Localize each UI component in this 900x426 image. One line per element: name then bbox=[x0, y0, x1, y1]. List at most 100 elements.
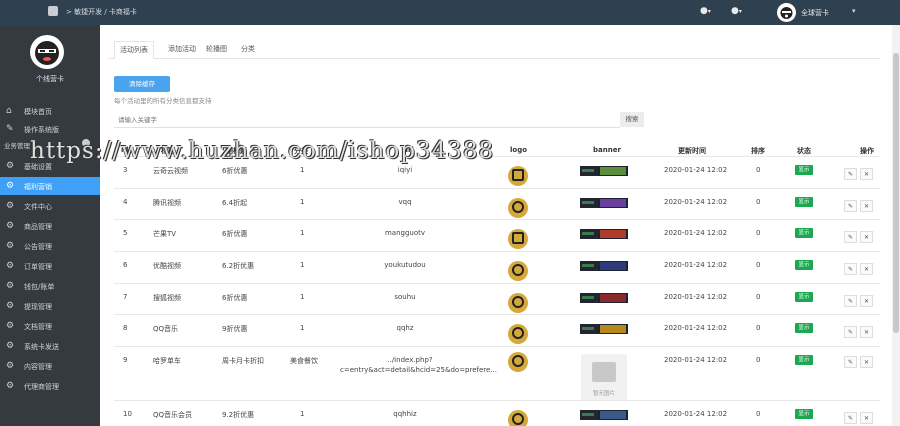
cell-subtitle: 6折优惠 bbox=[222, 167, 248, 175]
scroll-thumb[interactable] bbox=[893, 53, 899, 333]
sidebar-item[interactable]: ⌂ 模块首页 bbox=[0, 102, 100, 120]
search-input[interactable] bbox=[114, 112, 620, 128]
bell-icon[interactable]: ●▾ bbox=[700, 6, 711, 16]
edit-button[interactable]: ✎ bbox=[844, 326, 857, 338]
cell-id: 9 bbox=[123, 356, 128, 364]
status-button[interactable]: 显示 bbox=[795, 292, 813, 302]
no-image-caption: 暂无图片 bbox=[592, 391, 615, 397]
sidebar-item[interactable]: ⚙ 内容管理 bbox=[0, 357, 100, 375]
delete-button[interactable]: ✕ bbox=[860, 356, 873, 368]
cell-sort: 0 bbox=[756, 166, 761, 174]
delete-button[interactable]: ✕ bbox=[860, 326, 873, 338]
cell-category: 1 bbox=[300, 198, 305, 206]
banner-image bbox=[580, 198, 628, 208]
status-button[interactable]: 显示 bbox=[795, 323, 813, 333]
avatar[interactable] bbox=[777, 3, 796, 22]
username[interactable]: 全球营卡 bbox=[801, 8, 829, 18]
edit-button[interactable]: ✎ bbox=[844, 168, 857, 180]
cell-id: 8 bbox=[123, 324, 128, 332]
gear-icon: ⚙ bbox=[6, 381, 15, 391]
edit-button[interactable]: ✎ bbox=[844, 263, 857, 275]
cell-time: 2020-01-24 12:02 bbox=[664, 198, 728, 206]
watermark-text: https://www.huzhan.com/ishop34388 bbox=[30, 138, 495, 164]
delete-button[interactable]: ✕ bbox=[860, 168, 873, 180]
cell-category: 1 bbox=[300, 293, 305, 301]
status-button[interactable]: 显示 bbox=[795, 228, 813, 238]
home-icon[interactable] bbox=[48, 6, 58, 16]
sidebar-item-label: 模块首页 bbox=[24, 108, 52, 116]
logo-glyph bbox=[512, 296, 524, 308]
user-icon[interactable]: ●▾ bbox=[731, 6, 742, 16]
banner-segment bbox=[600, 199, 626, 207]
status-button[interactable]: 显示 bbox=[795, 409, 813, 419]
scrollbar[interactable] bbox=[892, 25, 900, 426]
bike-logo bbox=[508, 352, 528, 372]
edit-button[interactable]: ✎ bbox=[844, 412, 857, 424]
gear-icon: ⚙ bbox=[6, 341, 15, 351]
edit-button[interactable]: ✎ bbox=[844, 356, 857, 368]
no-image-placeholder: 暂无图片 bbox=[581, 354, 627, 400]
gear-icon: ⚙ bbox=[6, 221, 15, 231]
cell-category: 美食餐饮 bbox=[290, 357, 318, 365]
edit-button[interactable]: ✎ bbox=[844, 231, 857, 243]
clear-cache-button[interactable]: 清除缓存 bbox=[114, 76, 170, 92]
col-header-sort: 排序 bbox=[751, 147, 765, 155]
col-header-banner: banner bbox=[593, 146, 621, 154]
gear-icon: ⚙ bbox=[6, 321, 15, 331]
banner-segment bbox=[600, 230, 626, 238]
logo-glyph bbox=[512, 327, 524, 339]
gear-icon: ⚙ bbox=[6, 361, 15, 371]
delete-button[interactable]: ✕ bbox=[860, 295, 873, 307]
sidebar-item[interactable]: ⚙ 商品管理 bbox=[0, 217, 100, 235]
sidebar-item[interactable]: ⚙ 钱包/账单 bbox=[0, 277, 100, 295]
cell-url: qqhz bbox=[396, 324, 414, 332]
home-icon: ⌂ bbox=[6, 106, 12, 116]
sidebar-item[interactable]: ⚙ 订单管理 bbox=[0, 257, 100, 275]
cell-sort: 0 bbox=[756, 293, 761, 301]
cell-id: 7 bbox=[123, 293, 128, 301]
col-header-time: 更新时间 bbox=[678, 147, 706, 155]
banner-segment bbox=[600, 262, 626, 270]
cell-subtitle: 9折优惠 bbox=[222, 325, 248, 333]
cell-category: 1 bbox=[300, 410, 305, 418]
tab-category[interactable]: 分类 bbox=[236, 44, 260, 59]
cell-title: 优酷视频 bbox=[153, 262, 181, 270]
banner-segment bbox=[582, 327, 594, 330]
sidebar-item[interactable]: ⚙ 福利营销 bbox=[0, 177, 100, 195]
edit-button[interactable]: ✎ bbox=[844, 295, 857, 307]
gear-icon: ⚙ bbox=[6, 181, 15, 191]
banner-image bbox=[580, 229, 628, 239]
sidebar-item-label: 文件中心 bbox=[24, 203, 52, 211]
sidebar-item[interactable]: ⚙ 提现管理 bbox=[0, 297, 100, 315]
delete-button[interactable]: ✕ bbox=[860, 412, 873, 424]
delete-button[interactable]: ✕ bbox=[860, 263, 873, 275]
sidebar-item[interactable]: ⚙ 文档管理 bbox=[0, 317, 100, 335]
cell-sort: 0 bbox=[756, 198, 761, 206]
tab-add-activity[interactable]: 添加活动 bbox=[163, 44, 201, 59]
delete-button[interactable]: ✕ bbox=[860, 200, 873, 212]
logo-glyph bbox=[512, 355, 524, 367]
sidebar-item[interactable]: ✎ 操作系统版 bbox=[0, 120, 100, 138]
status-button[interactable]: 显示 bbox=[795, 197, 813, 207]
tab-activity-list[interactable]: 活动列表 bbox=[114, 41, 154, 59]
delete-button[interactable]: ✕ bbox=[860, 231, 873, 243]
chevron-down-icon[interactable]: ▾ bbox=[852, 7, 856, 15]
tab-carousel[interactable]: 轮播图 bbox=[201, 44, 232, 59]
status-button[interactable]: 显示 bbox=[795, 165, 813, 175]
cell-title: 芒果TV bbox=[153, 230, 177, 238]
cell-url: souhu bbox=[394, 293, 416, 301]
sidebar-item-label: 提现管理 bbox=[24, 303, 52, 311]
search-button[interactable]: 搜索 bbox=[620, 112, 644, 127]
sidebar-item[interactable]: ⚙ 文件中心 bbox=[0, 197, 100, 215]
status-button[interactable]: 显示 bbox=[795, 260, 813, 270]
cell-id: 5 bbox=[123, 229, 128, 237]
sidebar-item[interactable]: ⚙ 系统卡发送 bbox=[0, 337, 100, 355]
cell-url: mangguotv bbox=[384, 229, 426, 237]
sidebar-item[interactable]: ⚙ 代理商管理 bbox=[0, 377, 100, 395]
gear-icon: ⚙ bbox=[6, 261, 15, 271]
sidebar-item-label: 商品管理 bbox=[24, 223, 52, 231]
cell-id: 10 bbox=[123, 410, 132, 418]
sidebar-item[interactable]: ⚙ 公告管理 bbox=[0, 237, 100, 255]
edit-button[interactable]: ✎ bbox=[844, 200, 857, 212]
status-button[interactable]: 显示 bbox=[795, 355, 813, 365]
